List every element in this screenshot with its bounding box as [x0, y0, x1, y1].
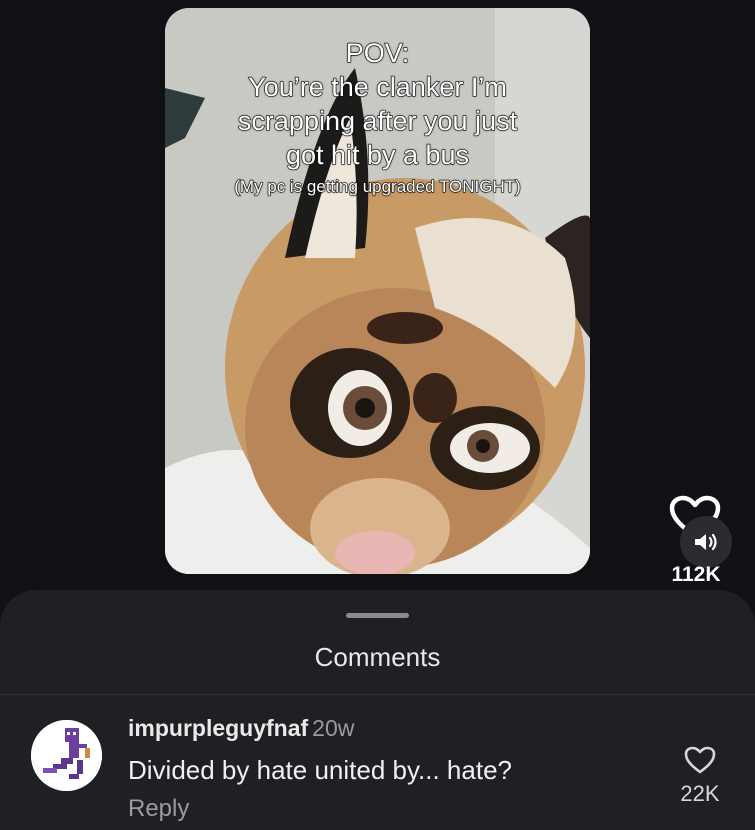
overlay-line-2: You’re the clanker I’m [248, 71, 508, 102]
comment-header: impurpleguyfnaf 20w [128, 715, 354, 742]
comment-username[interactable]: impurpleguyfnaf [128, 715, 308, 741]
overlay-line-1: POV: [345, 37, 410, 68]
comments-sheet: Comments impurpleguyfnaf 20w Divided by h… [0, 590, 755, 830]
video-player[interactable]: POV: You’re the clanker I’m scrapping af… [165, 8, 590, 574]
video-caption-overlay: POV: You’re the clanker I’m scrapping af… [165, 36, 590, 200]
overlay-line-4: got hit by a bus [285, 139, 470, 170]
comment-like-count: 22K [680, 781, 720, 806]
avatar[interactable] [31, 720, 102, 791]
comment-item: impurpleguyfnaf 20w Divided by hate unite… [0, 695, 755, 830]
reply-button[interactable]: Reply [128, 795, 189, 823]
comments-title: Comments [314, 642, 441, 672]
overlay-line-3: scrapping after you just [237, 105, 518, 136]
heart-outline-icon[interactable] [683, 745, 717, 775]
comment-text: Divided by hate united by... hate? [128, 755, 512, 785]
overlay-subline: (My pc is getting upgraded TONIGHT) [234, 176, 522, 196]
video-like-count: 112K [671, 563, 721, 586]
comment-time: 20w [312, 715, 355, 741]
pixel-character-avatar-icon [31, 720, 102, 791]
drag-handle[interactable] [346, 613, 409, 618]
speaker-icon [695, 533, 717, 551]
sound-toggle-button[interactable] [680, 516, 732, 568]
